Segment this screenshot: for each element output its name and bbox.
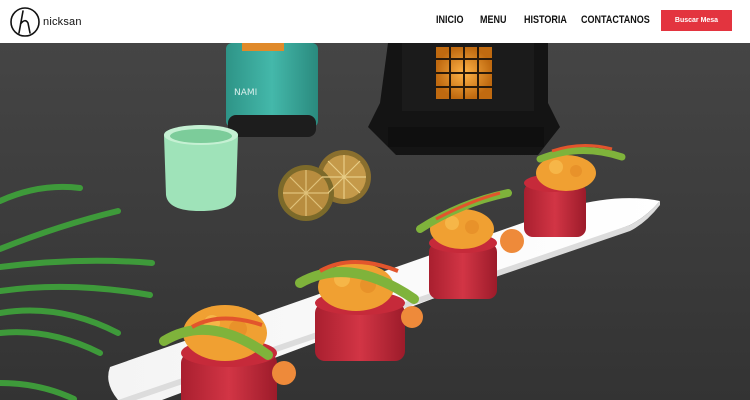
hero-photo: NAMI [0, 43, 750, 400]
logo-mark-icon [10, 6, 40, 37]
lantern [368, 43, 560, 155]
sake-bottle: NAMI [226, 43, 318, 137]
nav-item-historia[interactable]: HISTORIA [524, 14, 567, 26]
hero-image: NAMI [0, 43, 750, 400]
brand-name: nicksan [43, 15, 82, 28]
logo[interactable]: nicksan [10, 4, 82, 39]
book-table-button[interactable]: Buscar Mesa [661, 10, 732, 31]
site-header: nicksan INICIO MENU HISTORIA CONTACTANOS… [0, 0, 750, 43]
bottle-label: NAMI [234, 88, 257, 98]
nav-item-inicio[interactable]: INICIO [436, 14, 464, 26]
nav-item-menu[interactable]: MENU [480, 14, 507, 26]
nav-item-contactanos[interactable]: CONTACTANOS [581, 14, 650, 26]
green-cup [164, 125, 238, 211]
